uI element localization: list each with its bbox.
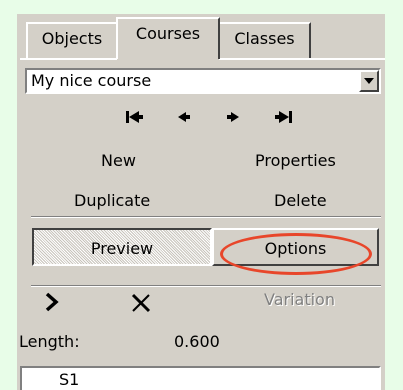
course-select-value: My nice course xyxy=(31,71,152,90)
options-label: Options xyxy=(264,239,327,258)
length-label: Length: xyxy=(19,332,80,351)
course-select[interactable]: My nice course xyxy=(25,68,381,94)
next-icon[interactable] xyxy=(222,110,244,124)
preview-toggle[interactable]: Preview xyxy=(32,228,212,266)
control-list[interactable]: S1 xyxy=(20,366,381,390)
tab-classes[interactable]: Classes xyxy=(218,22,311,58)
delete-button[interactable]: Delete xyxy=(274,191,327,211)
list-item[interactable]: S1 xyxy=(59,370,79,390)
duplicate-button[interactable]: Duplicate xyxy=(74,191,150,211)
tab-divider xyxy=(20,58,117,60)
first-icon[interactable] xyxy=(124,110,146,124)
dropdown-button[interactable] xyxy=(359,70,379,92)
tab-divider xyxy=(219,58,385,60)
screenshot-canvas: Objects Courses Classes My nice course N… xyxy=(0,0,403,390)
tab-courses[interactable]: Courses xyxy=(116,17,220,59)
chevron-right-icon[interactable] xyxy=(41,290,63,314)
new-button[interactable]: New xyxy=(101,151,136,171)
tab-objects[interactable]: Objects xyxy=(26,22,118,58)
chevron-down-icon xyxy=(364,78,374,84)
close-icon[interactable] xyxy=(128,291,154,315)
preview-label: Preview xyxy=(90,239,154,258)
course-panel: Objects Courses Classes My nice course N… xyxy=(17,14,385,390)
last-icon[interactable] xyxy=(272,110,294,124)
options-button[interactable]: Options xyxy=(212,228,379,266)
previous-icon[interactable] xyxy=(175,110,197,124)
separator xyxy=(31,285,381,287)
separator xyxy=(31,216,381,218)
length-value: 0.600 xyxy=(174,332,220,351)
variation-button[interactable]: Variation xyxy=(264,290,335,310)
properties-button[interactable]: Properties xyxy=(255,151,336,171)
